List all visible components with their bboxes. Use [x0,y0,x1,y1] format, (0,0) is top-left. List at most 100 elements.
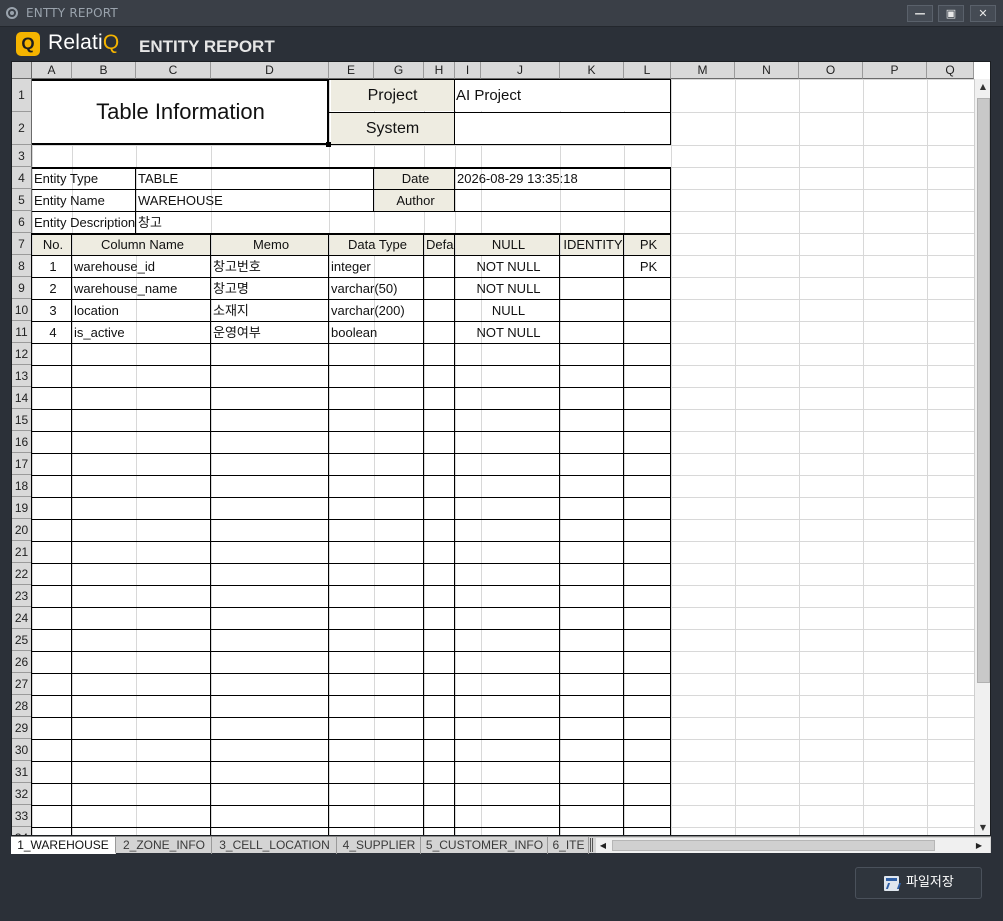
row-header-1[interactable]: 1 [12,79,32,112]
cell-default[interactable] [425,300,455,321]
column-header-n[interactable]: N [735,62,799,79]
cell-data-type[interactable]: boolean [330,322,424,343]
cell-memo[interactable]: 운영여부 [212,322,329,343]
column-header-p[interactable]: P [863,62,927,79]
cell-pk[interactable] [625,322,671,343]
entity-type-value[interactable]: TABLE [137,168,374,189]
sheet-tab-3[interactable]: 3_CELL_LOCATION [213,837,337,854]
cell-identity[interactable] [561,300,624,321]
sheet-tab-4[interactable]: 4_SUPPLIER [338,837,421,854]
row-header-4[interactable]: 4 [12,167,32,189]
scroll-down-icon[interactable]: ▼ [975,820,990,835]
cell-column-name[interactable]: location [73,300,211,321]
spreadsheet-grid[interactable]: A B C D E G H I J K L M N O P Q 1 2 3 4 5 6 7 8 9 10 11 12 13 14 15 16 1… [11,61,991,836]
row-header-28[interactable]: 28 [12,695,32,717]
column-header-c[interactable]: C [136,62,211,79]
row-header-32[interactable]: 32 [12,783,32,805]
row-header-14[interactable]: 14 [12,387,32,409]
row-header-19[interactable]: 19 [12,497,32,519]
row-header-15[interactable]: 15 [12,409,32,431]
row-header-20[interactable]: 20 [12,519,32,541]
horizontal-scroll-thumb[interactable] [612,840,935,851]
column-header-l[interactable]: L [624,62,671,79]
scroll-right-icon[interactable]: ▶ [972,838,986,853]
cell-memo[interactable]: 창고명 [212,278,329,299]
row-header-12[interactable]: 12 [12,343,32,365]
cell-null[interactable]: NOT NULL [456,256,560,277]
cell-pk[interactable] [625,278,671,299]
column-header-i[interactable]: I [455,62,481,79]
cell-identity[interactable] [561,256,624,277]
row-header-31[interactable]: 31 [12,761,32,783]
cell-row-no[interactable]: 2 [33,278,72,299]
row-header-3[interactable]: 3 [12,145,32,167]
column-header-k[interactable]: K [560,62,624,79]
row-header-21[interactable]: 21 [12,541,32,563]
cell-column-name[interactable]: warehouse_name [73,278,211,299]
cell-null[interactable]: NOT NULL [456,322,560,343]
row-header-8[interactable]: 8 [12,255,32,277]
maximize-button[interactable]: ▣ [938,5,964,22]
cell-null[interactable]: NOT NULL [456,278,560,299]
cell-row-no[interactable]: 3 [33,300,72,321]
sheet-tab-1[interactable]: 1_WAREHOUSE [11,837,116,854]
row-header-5[interactable]: 5 [12,189,32,211]
cell-default[interactable] [425,256,455,277]
column-header-m[interactable]: M [671,62,735,79]
save-file-button[interactable]: 파일저장 [855,867,982,899]
minimize-button[interactable]: — [907,5,933,22]
author-value[interactable] [456,190,671,211]
vertical-scrollbar[interactable]: ▲ ▼ [974,79,990,835]
column-header-d[interactable]: D [211,62,329,79]
row-header-33[interactable]: 33 [12,805,32,827]
cell-identity[interactable] [561,278,624,299]
row-header-18[interactable]: 18 [12,475,32,497]
cell-row-no[interactable]: 4 [33,322,72,343]
cell-column-name[interactable]: warehouse_id [73,256,211,277]
row-header-23[interactable]: 23 [12,585,32,607]
row-header-2[interactable]: 2 [12,112,32,145]
vertical-scroll-thumb[interactable] [977,98,990,683]
column-header-b[interactable]: B [72,62,136,79]
cell-memo[interactable]: 창고번호 [212,256,329,277]
cell-data-type[interactable]: varchar(200) [330,300,424,321]
cell-row-no[interactable]: 1 [33,256,72,277]
cell-memo[interactable]: 소재지 [212,300,329,321]
row-header-17[interactable]: 17 [12,453,32,475]
cell-null[interactable]: NULL [456,300,560,321]
column-header-j[interactable]: J [481,62,560,79]
cell-identity[interactable] [561,322,624,343]
cell-column-name[interactable]: is_active [73,322,211,343]
cell-pk[interactable]: PK [625,256,671,277]
column-header-h[interactable]: H [424,62,455,79]
column-header-o[interactable]: O [799,62,863,79]
row-header-29[interactable]: 29 [12,717,32,739]
column-header-e[interactable]: E [329,62,374,79]
project-value[interactable]: AI Project [455,80,671,111]
row-header-24[interactable]: 24 [12,607,32,629]
row-header-9[interactable]: 9 [12,277,32,299]
cell-default[interactable] [425,322,455,343]
entity-description-value[interactable]: 창고 [137,212,671,233]
close-button[interactable]: ✕ [970,5,996,22]
select-all-corner[interactable] [12,62,32,79]
row-header-30[interactable]: 30 [12,739,32,761]
row-header-25[interactable]: 25 [12,629,32,651]
row-header-34[interactable]: 34 [12,827,32,835]
row-header-13[interactable]: 13 [12,365,32,387]
sheet-tab-2[interactable]: 2_ZONE_INFO [117,837,212,854]
row-header-7[interactable]: 7 [12,233,32,255]
row-header-16[interactable]: 16 [12,431,32,453]
scroll-up-icon[interactable]: ▲ [975,79,990,95]
cell-data-type[interactable]: varchar(50) [330,278,424,299]
horizontal-scrollbar[interactable]: ◀ ▶ [596,838,990,853]
row-header-6[interactable]: 6 [12,211,32,233]
row-header-26[interactable]: 26 [12,651,32,673]
cell-data-type[interactable]: integer [330,256,424,277]
column-header-g[interactable]: G [374,62,424,79]
date-value[interactable]: 2026-08-29 13:35:18 [456,168,671,189]
row-header-22[interactable]: 22 [12,563,32,585]
column-header-a[interactable]: A [32,62,72,79]
row-header-11[interactable]: 11 [12,321,32,343]
row-header-10[interactable]: 10 [12,299,32,321]
